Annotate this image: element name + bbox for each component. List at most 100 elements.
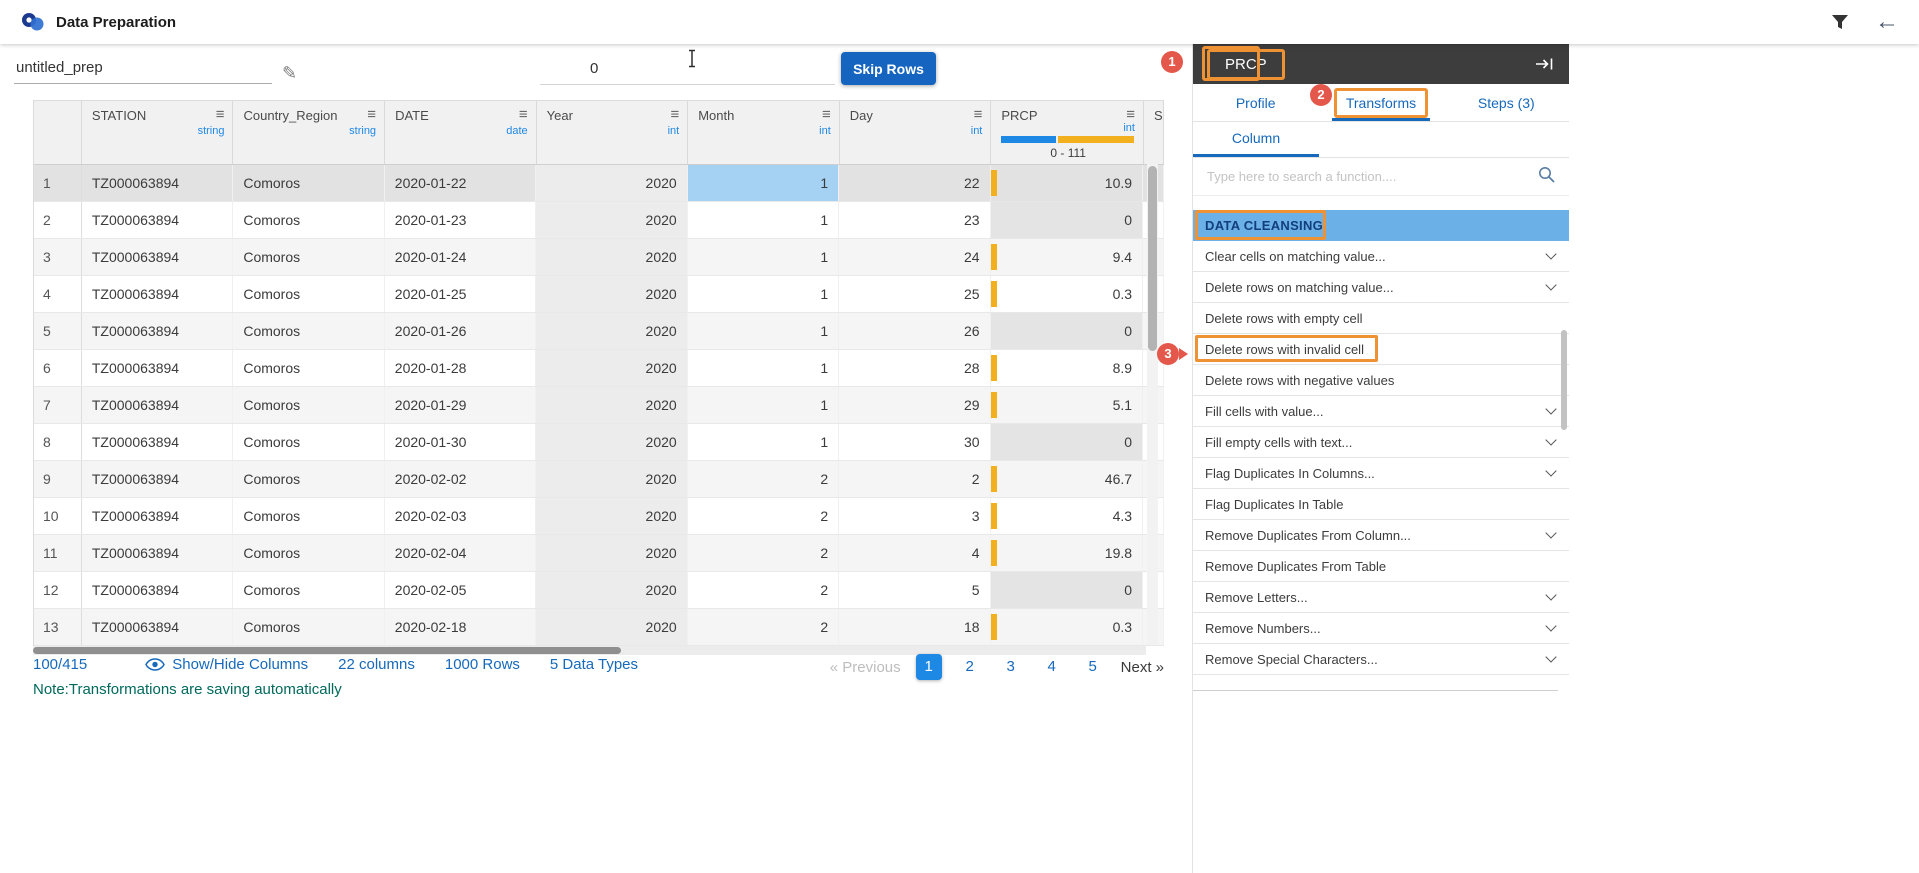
date-cell[interactable]: 2020-01-29: [385, 387, 536, 423]
previous-page-button[interactable]: « Previous: [830, 659, 901, 676]
transform-item[interactable]: Remove Special Characters...: [1193, 644, 1569, 675]
month-cell[interactable]: 1: [688, 387, 839, 423]
country-region-cell[interactable]: Comoros: [233, 165, 384, 201]
date-cell[interactable]: 2020-01-26: [385, 313, 536, 349]
country-region-cell[interactable]: Comoros: [233, 202, 384, 238]
country-region-cell[interactable]: Comoros: [233, 424, 384, 460]
day-cell[interactable]: 26: [839, 313, 990, 349]
prcp-cell[interactable]: 0: [991, 202, 1143, 238]
station-cell[interactable]: TZ000063894: [82, 387, 233, 423]
station-cell[interactable]: TZ000063894: [82, 313, 233, 349]
station-cell[interactable]: TZ000063894: [82, 609, 233, 645]
day-cell[interactable]: 25: [839, 276, 990, 312]
country-region-cell[interactable]: Comoros: [233, 350, 384, 386]
date-cell[interactable]: 2020-01-23: [385, 202, 536, 238]
month-cell[interactable]: 1: [688, 165, 839, 201]
collapse-panel-icon[interactable]: [1535, 57, 1555, 71]
transform-item[interactable]: Remove Numbers...: [1193, 613, 1569, 644]
year-cell[interactable]: 2020: [536, 313, 687, 349]
column-menu-icon[interactable]: ≡: [1126, 108, 1135, 121]
column-menu-icon[interactable]: ≡: [519, 108, 528, 121]
vertical-scrollbar[interactable]: [1147, 164, 1158, 645]
tab-transforms[interactable]: Transforms: [1318, 84, 1443, 121]
year-cell[interactable]: 2020: [536, 387, 687, 423]
transform-item[interactable]: Delete rows on matching value...: [1193, 272, 1569, 303]
horizontal-scrollbar-thumb[interactable]: [33, 647, 621, 654]
date-cell[interactable]: 2020-01-30: [385, 424, 536, 460]
prcp-cell[interactable]: 0.3: [991, 609, 1143, 645]
country-region-cell[interactable]: Comoros: [233, 535, 384, 571]
date-cell[interactable]: 2020-01-22: [385, 165, 536, 201]
year-cell[interactable]: 2020: [536, 572, 687, 608]
table-row[interactable]: 4 TZ000063894 Comoros 2020-01-25 2020 1 …: [34, 276, 1164, 313]
transform-item[interactable]: Remove Duplicates From Table: [1193, 551, 1569, 582]
transform-item[interactable]: Delete rows with invalid cell: [1193, 334, 1569, 365]
chevron-down-icon[interactable]: [1545, 248, 1556, 259]
panel-scrollbar-thumb[interactable]: [1561, 330, 1567, 430]
prcp-cell[interactable]: 46.7: [991, 461, 1143, 497]
year-cell[interactable]: 2020: [536, 461, 687, 497]
prcp-cell[interactable]: 0.3: [991, 276, 1143, 312]
year-cell[interactable]: 2020: [536, 239, 687, 275]
station-cell[interactable]: TZ000063894: [82, 276, 233, 312]
station-cell[interactable]: TZ000063894: [82, 572, 233, 608]
prcp-cell[interactable]: 8.9: [991, 350, 1143, 386]
column-header-station[interactable]: STATION≡ string: [82, 101, 234, 164]
day-cell[interactable]: 18: [839, 609, 990, 645]
chevron-down-icon[interactable]: [1545, 651, 1556, 662]
subtab-column[interactable]: Column: [1193, 122, 1319, 157]
column-header-date[interactable]: DATE≡ date: [385, 101, 537, 164]
transform-item[interactable]: Remove Letters...: [1193, 582, 1569, 613]
day-cell[interactable]: 4: [839, 535, 990, 571]
day-cell[interactable]: 29: [839, 387, 990, 423]
vertical-scrollbar-thumb[interactable]: [1148, 166, 1157, 351]
filter-icon[interactable]: [1831, 14, 1849, 30]
date-cell[interactable]: 2020-02-03: [385, 498, 536, 534]
transform-item[interactable]: Remove Duplicates From Column...: [1193, 520, 1569, 551]
table-row[interactable]: 3 TZ000063894 Comoros 2020-01-24 2020 1 …: [34, 239, 1164, 276]
month-cell[interactable]: 2: [688, 498, 839, 534]
page-button[interactable]: 5: [1080, 654, 1106, 680]
station-cell[interactable]: TZ000063894: [82, 498, 233, 534]
date-cell[interactable]: 2020-02-18: [385, 609, 536, 645]
chevron-down-icon[interactable]: [1545, 589, 1556, 600]
transform-item[interactable]: Delete rows with empty cell: [1193, 303, 1569, 334]
column-menu-icon[interactable]: ≡: [367, 108, 376, 121]
day-cell[interactable]: 24: [839, 239, 990, 275]
prcp-cell[interactable]: 0: [991, 424, 1143, 460]
edit-pencil-icon[interactable]: ✎: [282, 63, 297, 84]
country-region-cell[interactable]: Comoros: [233, 609, 384, 645]
transform-item[interactable]: Delete rows with negative values: [1193, 365, 1569, 396]
country-region-cell[interactable]: Comoros: [233, 239, 384, 275]
table-row[interactable]: 6 TZ000063894 Comoros 2020-01-28 2020 1 …: [34, 350, 1164, 387]
station-cell[interactable]: TZ000063894: [82, 202, 233, 238]
table-row[interactable]: 7 TZ000063894 Comoros 2020-01-29 2020 1 …: [34, 387, 1164, 424]
column-header-prcp[interactable]: PRCP≡ int 0 - 111: [991, 101, 1144, 164]
date-cell[interactable]: 2020-01-24: [385, 239, 536, 275]
transform-item[interactable]: Flag Duplicates In Columns...: [1193, 458, 1569, 489]
table-row[interactable]: 8 TZ000063894 Comoros 2020-01-30 2020 1 …: [34, 424, 1164, 461]
prcp-cell[interactable]: 19.8: [991, 535, 1143, 571]
transform-item[interactable]: Fill cells with value...: [1193, 396, 1569, 427]
month-cell[interactable]: 1: [688, 350, 839, 386]
year-cell[interactable]: 2020: [536, 276, 687, 312]
day-cell[interactable]: 3: [839, 498, 990, 534]
page-button[interactable]: 2: [957, 654, 983, 680]
country-region-cell[interactable]: Comoros: [233, 461, 384, 497]
date-cell[interactable]: 2020-01-25: [385, 276, 536, 312]
prcp-cell[interactable]: 5.1: [991, 387, 1143, 423]
day-cell[interactable]: 23: [839, 202, 990, 238]
transform-item[interactable]: Clear cells on matching value...: [1193, 241, 1569, 272]
skip-rows-button[interactable]: Skip Rows: [841, 52, 936, 85]
transform-item[interactable]: Fill empty cells with text...: [1193, 427, 1569, 458]
prcp-cell[interactable]: 10.9: [991, 165, 1143, 201]
chevron-down-icon[interactable]: [1545, 434, 1556, 445]
category-data-cleansing[interactable]: DATA CLEANSING: [1193, 210, 1569, 241]
search-icon[interactable]: [1538, 166, 1555, 188]
page-button[interactable]: 1: [916, 654, 942, 680]
column-header-next-partial[interactable]: S: [1144, 101, 1164, 164]
day-cell[interactable]: 22: [839, 165, 990, 201]
function-search-input[interactable]: [1207, 169, 1538, 184]
year-cell[interactable]: 2020: [536, 202, 687, 238]
prcp-cell[interactable]: 0: [991, 572, 1143, 608]
